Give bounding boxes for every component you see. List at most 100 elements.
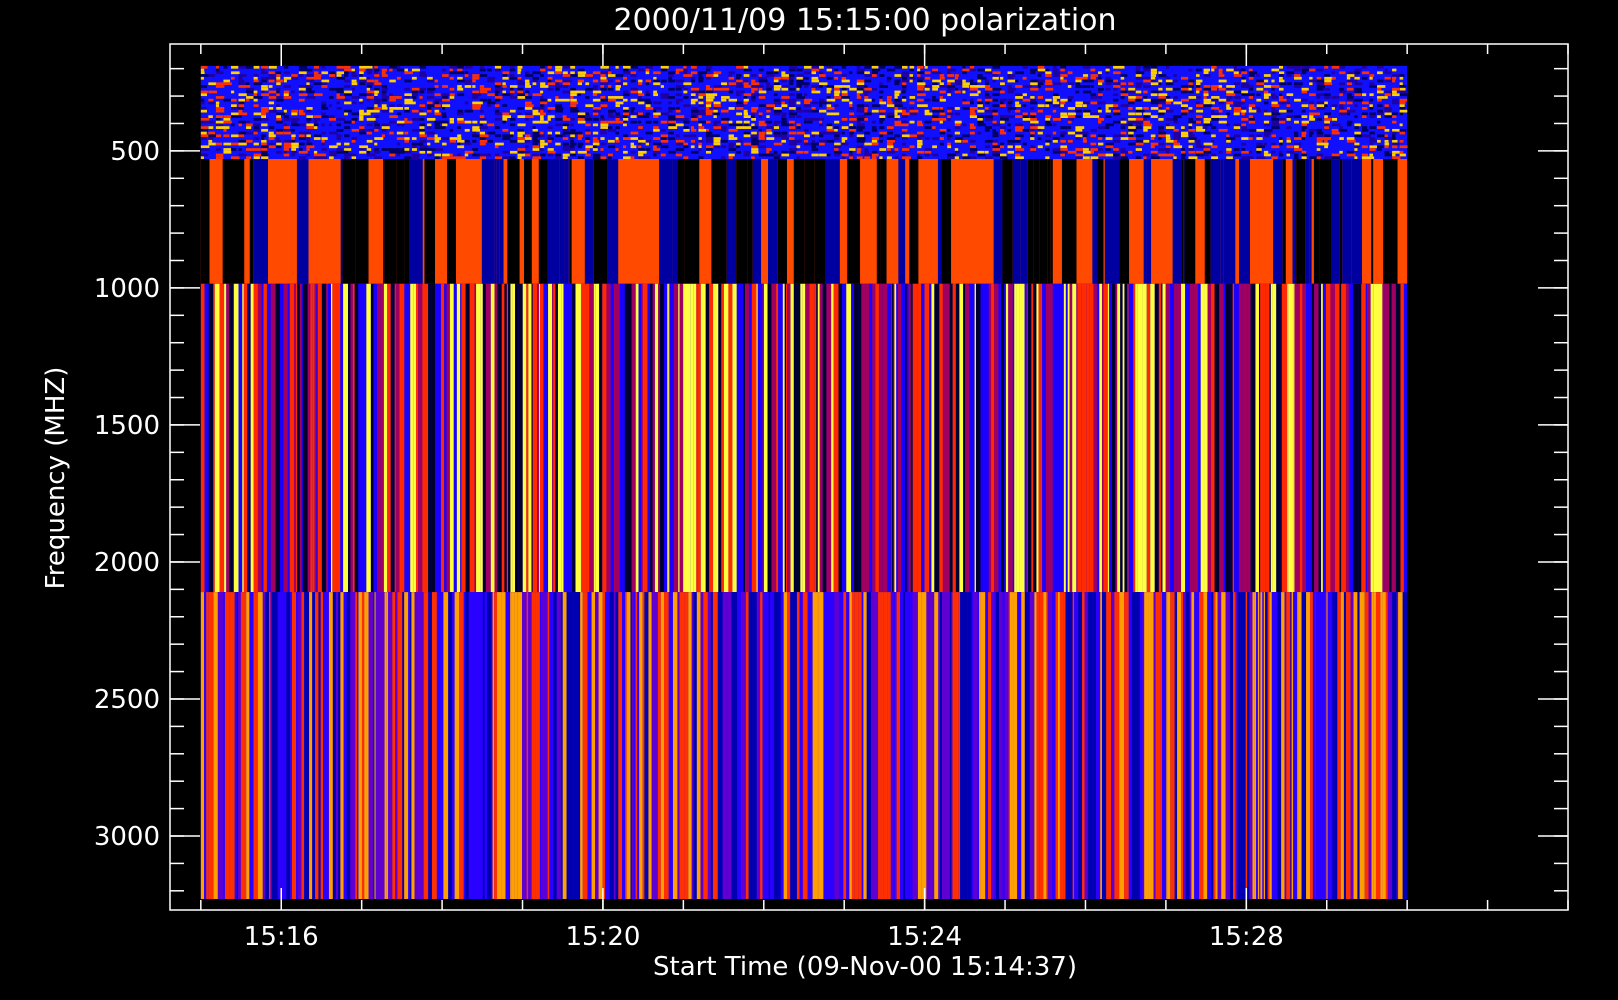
heatmap-stripe [316,283,318,593]
heatmap-cell [1158,90,1163,94]
heatmap-stripe [340,159,343,284]
heatmap-cell [917,137,922,140]
heatmap-cell [984,82,989,86]
heatmap-cell [947,128,951,132]
heatmap-cell [1165,126,1175,129]
heatmap-cell [344,120,353,124]
heatmap-cell [1007,87,1016,91]
heatmap-cell [834,120,840,124]
heatmap-cell [856,65,861,69]
heatmap-cell [645,107,655,110]
heatmap-cell [841,153,849,157]
heatmap-cell [766,137,775,140]
heatmap-cell [781,85,790,88]
heatmap-cell [984,71,992,75]
heatmap-cell [283,96,292,99]
heatmap-cell [517,82,526,86]
heatmap-stripe [250,283,254,593]
heatmap-cell [1082,79,1092,83]
heatmap-cell [1113,112,1121,116]
heatmap-cell [1226,137,1236,140]
heatmap-cell [1045,156,1050,160]
heatmap-cell [246,98,250,102]
heatmap-stripe [242,283,244,593]
heatmap-stripe [544,592,548,900]
heatmap-cell [615,85,621,88]
heatmap-cell [1045,148,1050,151]
heatmap-cell [1188,126,1192,129]
heatmap-cell [1241,68,1246,72]
heatmap-cell [1233,134,1241,138]
heatmap-cell [947,134,953,138]
heatmap-cell [1105,145,1114,149]
heatmap-cell [1331,123,1341,127]
heatmap-cell [1158,79,1163,83]
heatmap-cell [1067,112,1076,116]
heatmap-cell [1301,65,1311,69]
heatmap-cell [917,87,924,91]
heatmap-cell [743,96,748,99]
heatmap-cell [932,98,940,102]
heatmap-cell [509,131,514,135]
heatmap-cell [954,156,959,160]
heatmap-cell [298,112,306,116]
heatmap-stripe [1166,592,1168,900]
heatmap-cell [638,156,646,160]
heatmap-cell [1165,76,1170,80]
heatmap-cell [1316,68,1324,72]
heatmap-cell [1113,109,1121,113]
heatmap-stripe [399,283,405,593]
heatmap-cell [479,153,487,157]
heatmap-cell [1135,96,1143,99]
heatmap-stripe [1148,592,1152,900]
heatmap-cell [841,74,847,77]
heatmap-cell [472,131,477,135]
heatmap-stripe [1046,592,1048,900]
heatmap-stripe [587,592,592,900]
heatmap-cell [1022,85,1032,88]
heatmap-stripe [1273,592,1278,900]
heatmap-cell [1196,120,1201,124]
heatmap-cell [1346,98,1356,102]
heatmap-cell [1316,76,1322,80]
heatmap-cell [1263,79,1269,83]
heatmap-cell [992,104,999,108]
heatmap-cell [321,142,326,146]
heatmap-cell [886,76,892,80]
heatmap-cell [592,98,601,102]
heatmap-stripe [467,159,482,284]
heatmap-cell [540,85,549,88]
heatmap-cell [253,131,258,135]
heatmap-stripe [861,592,864,900]
heatmap-cell [939,107,944,110]
heatmap-cell [509,87,514,91]
heatmap-cell [298,123,306,127]
heatmap-stripe [234,283,239,593]
heatmap-cell [841,93,848,97]
heatmap-cell [442,112,447,116]
heatmap-stripe [586,283,590,593]
heatmap-cell [811,109,819,113]
heatmap-cell [396,120,406,124]
heatmap-stripe [1375,592,1381,900]
heatmap-cell [607,85,612,88]
heatmap-stripe [1284,592,1287,900]
heatmap-cell [374,68,380,72]
heatmap-stripe [564,159,569,284]
heatmap-stripe [310,283,313,593]
heatmap-cell [668,96,675,99]
heatmap-cell [1082,85,1091,88]
heatmap-cell [1150,68,1157,72]
heatmap-cell [479,117,487,121]
heatmap-cell [871,153,879,157]
heatmap-cell [268,137,275,140]
heatmap-cell [1399,131,1406,135]
heatmap-cell [1324,117,1332,121]
heatmap-stripe [1103,159,1105,284]
heatmap-stripe [1239,159,1251,284]
heatmap-stripe [974,283,976,593]
heatmap-cell [819,139,828,143]
heatmap-cell [1331,156,1341,160]
heatmap-cell [1105,153,1114,157]
heatmap-cell [1309,131,1314,135]
